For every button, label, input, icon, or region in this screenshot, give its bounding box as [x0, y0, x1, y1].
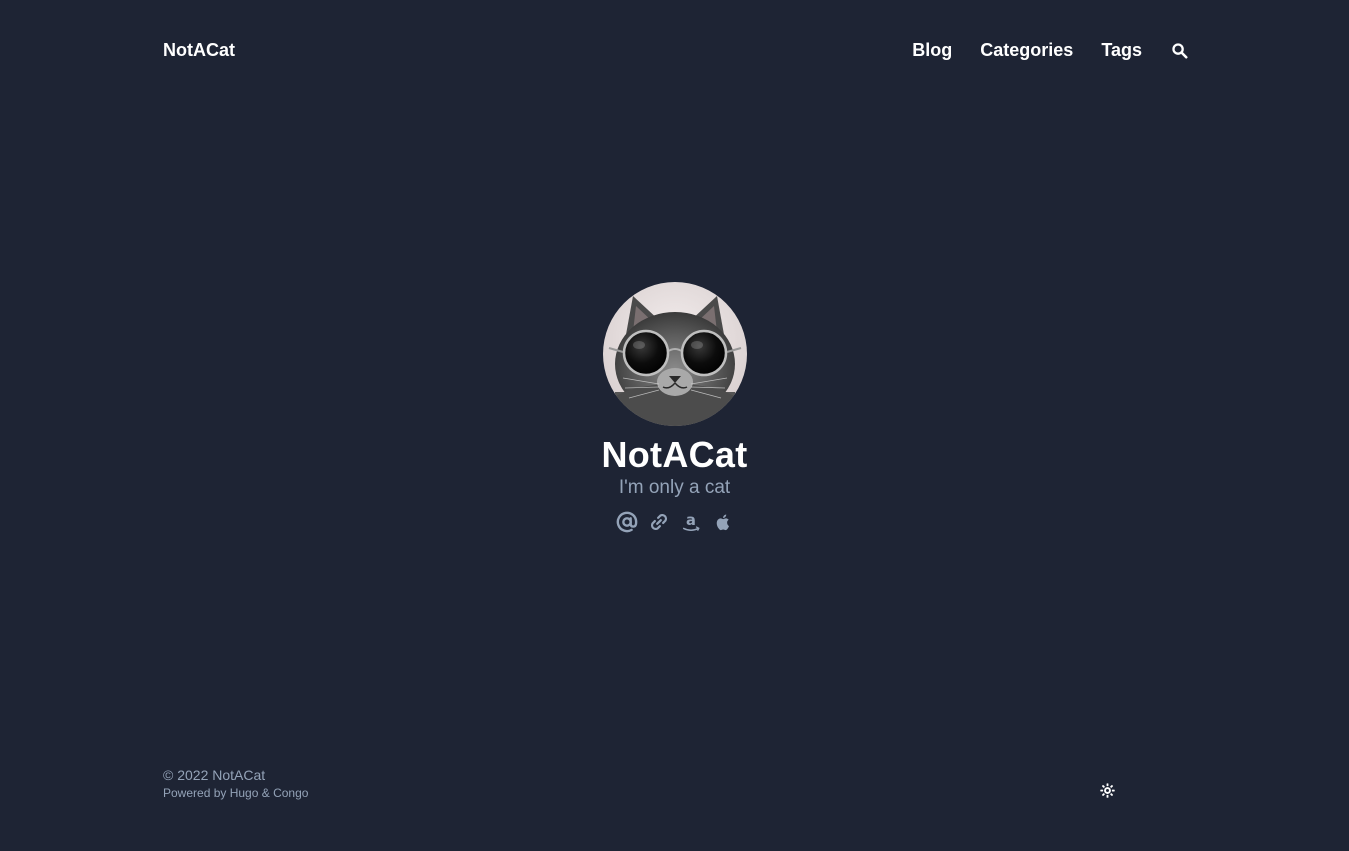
- website-link[interactable]: [647, 510, 671, 534]
- amazon-link[interactable]: a: [679, 510, 703, 534]
- link-icon: [650, 513, 667, 531]
- amazon-icon: a: [682, 512, 700, 531]
- search-icon: [1171, 42, 1188, 59]
- search-button[interactable]: [1170, 41, 1188, 59]
- site-footer: © 2022 NotACat Powered by Hugo & Congo: [163, 766, 1123, 801]
- powered-by-text: Powered by Hugo & Congo: [163, 785, 1123, 801]
- powered-amp: &: [258, 786, 274, 800]
- author-links: a: [611, 510, 739, 534]
- email-link[interactable]: [615, 510, 639, 534]
- at-email-icon: [616, 511, 637, 533]
- nav-item-categories[interactable]: Categories: [980, 40, 1073, 61]
- nav-item-blog[interactable]: Blog: [912, 40, 952, 61]
- hugo-link[interactable]: Hugo: [230, 786, 259, 800]
- author-headline: I'm only a cat: [618, 477, 731, 498]
- powered-prefix: Powered by: [163, 786, 230, 800]
- author-avatar: [602, 282, 747, 426]
- apple-icon: [716, 514, 729, 531]
- copyright-text: © 2022 NotACat: [163, 767, 266, 783]
- sun-icon: [1099, 782, 1115, 798]
- site-title-link[interactable]: NotACat: [163, 40, 235, 61]
- nav-item-tags[interactable]: Tags: [1101, 40, 1142, 61]
- author-profile: NotACat I'm only a cat a: [0, 282, 1349, 534]
- main-nav: Blog Categories Tags: [884, 40, 1188, 61]
- author-name: NotACat: [601, 434, 748, 475]
- svg-text:a: a: [686, 512, 696, 529]
- congo-link[interactable]: Congo: [273, 786, 308, 800]
- theme-toggle-button[interactable]: [1099, 782, 1115, 798]
- site-header: NotACat Blog Categories Tags: [163, 0, 1188, 104]
- apple-link[interactable]: [711, 510, 735, 534]
